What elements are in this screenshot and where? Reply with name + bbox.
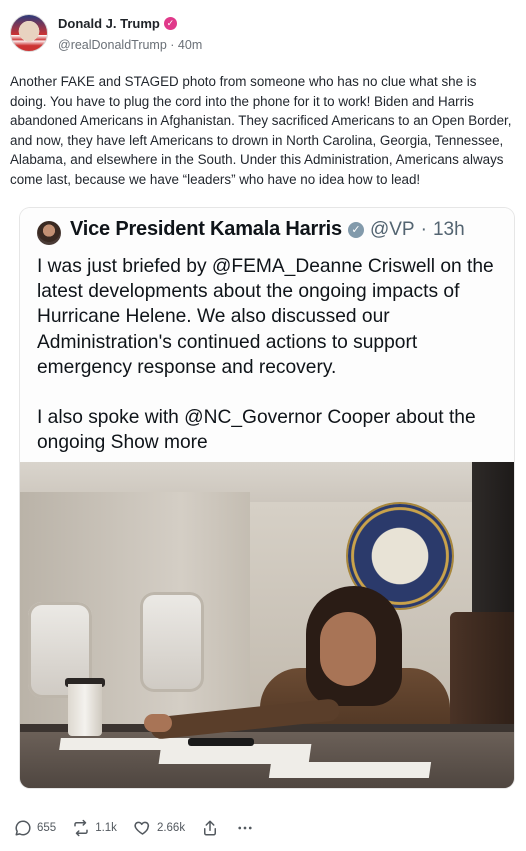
repost-icon xyxy=(74,819,88,837)
post-text: Another FAKE and STAGED photo from someo… xyxy=(10,74,512,187)
author-handle[interactable]: @realDonaldTrump xyxy=(58,38,167,52)
quoted-verified-icon: ✓ xyxy=(347,221,364,238)
person-hand xyxy=(144,714,172,732)
post-time[interactable]: 40m xyxy=(178,38,202,52)
cabin-window xyxy=(140,592,204,692)
coffee-cup xyxy=(68,684,102,736)
author-handle-row: @realDonaldTrump · 40m xyxy=(58,38,202,52)
embedded-screenshot[interactable]: Vice President Kamala Harris ✓ @VP · 13h… xyxy=(20,208,514,788)
quoted-author-handle: @VP xyxy=(369,218,415,240)
verified-badge-icon: ✓ xyxy=(163,17,177,30)
curtain xyxy=(472,462,514,612)
paper-sheet xyxy=(158,744,312,764)
quoted-paragraph-1: I was just briefed by @FEMA_Deanne Crisw… xyxy=(37,256,494,378)
show-more-link: Show more xyxy=(110,432,208,454)
author-display-name[interactable]: Donald J. Trump xyxy=(58,16,160,31)
reply-count: 655 xyxy=(37,822,57,834)
person-face xyxy=(320,612,376,686)
repost-button[interactable]: 1.1k xyxy=(72,819,117,837)
quoted-header: Vice President Kamala Harris ✓ @VP · 13h xyxy=(70,218,465,241)
more-options-button[interactable] xyxy=(235,819,255,837)
author-name-row: Donald J. Trump ✓ xyxy=(58,16,177,31)
cabin-photo xyxy=(20,462,514,788)
reply-icon xyxy=(15,820,31,836)
share-button[interactable] xyxy=(201,819,219,837)
quoted-paragraph-2: I also spoke with @NC_Governor Cooper ab… xyxy=(37,405,507,455)
quoted-body: I was just briefed by @FEMA_Deanne Crisw… xyxy=(37,254,507,455)
share-icon xyxy=(204,820,217,836)
quoted-author-name: Vice President Kamala Harris xyxy=(70,218,342,240)
dot-separator: · xyxy=(170,38,178,52)
more-dots-icon xyxy=(238,826,252,830)
author-avatar[interactable] xyxy=(10,14,48,52)
quoted-paragraph-2-text: I also spoke with @NC_Governor Cooper ab… xyxy=(37,407,476,454)
quoted-author-avatar xyxy=(37,221,61,245)
like-button[interactable]: 2.66k xyxy=(133,819,185,837)
phone xyxy=(188,738,254,746)
reply-button[interactable]: 655 xyxy=(14,819,56,837)
post: Donald J. Trump ✓ @realDonaldTrump · 40m… xyxy=(0,0,526,851)
quoted-post: Vice President Kamala Harris ✓ @VP · 13h… xyxy=(20,208,514,462)
repost-count: 1.1k xyxy=(95,822,117,834)
heart-icon xyxy=(134,821,150,835)
quoted-time-separator: · xyxy=(420,218,427,240)
quoted-time: 13h xyxy=(432,218,465,240)
post-header: Donald J. Trump ✓ @realDonaldTrump · 40m xyxy=(10,14,510,56)
like-count: 2.66k xyxy=(156,822,186,834)
paper-sheet xyxy=(268,762,432,778)
action-bar: 655 1.1k 2.66k xyxy=(14,816,271,840)
